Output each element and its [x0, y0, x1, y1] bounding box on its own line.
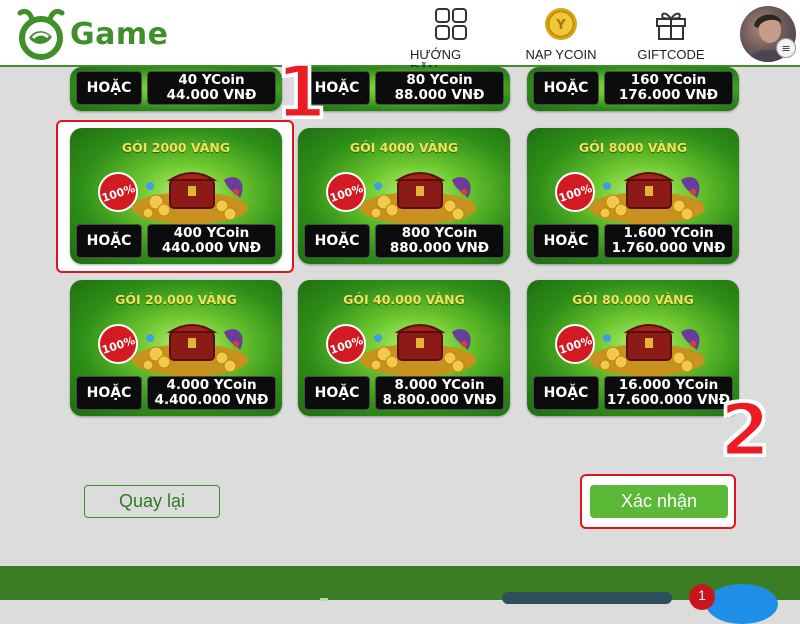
package-card-80-ycoin[interactable]: HOẶC 80 YCoin 88.000 VNĐ [298, 67, 510, 111]
treasure-chest-icon: 100% [326, 324, 476, 376]
package-or-label: HOẶC [533, 376, 599, 410]
package-or-label: HOẶC [76, 376, 142, 410]
package-ycoin: 16.000 YCoin [618, 377, 719, 393]
package-vnd: 44.000 VNĐ [166, 87, 257, 103]
chat-bubble-icon[interactable] [706, 584, 778, 624]
treasure-chest-icon: 100% [98, 172, 248, 224]
package-or-label: HOẶC [533, 224, 599, 258]
package-card[interactable]: GÓI 40.000 VÀNG 100% HOẶC 8.000 YCoin 8.… [298, 280, 510, 416]
package-card-40-ycoin[interactable]: HOẶC 40 YCoin 44.000 VNĐ [70, 67, 282, 111]
package-ycoin: 8.000 YCoin [394, 377, 485, 393]
package-vnd: 88.000 VNĐ [394, 87, 485, 103]
package-vnd: 4.400.000 VNĐ [154, 392, 269, 408]
logo-mark-icon [17, 8, 65, 60]
nav-giftcode-label: GIFTCODE [637, 47, 705, 62]
package-ycoin: 4.000 YCoin [166, 377, 257, 393]
step-1-annotation: 1 [274, 50, 327, 134]
svg-text:Y: Y [555, 18, 566, 33]
package-or-label: HOẶC [76, 224, 142, 258]
avatar-menu-icon[interactable]: ≡ [776, 38, 796, 58]
grid-icon [433, 6, 469, 42]
treasure-chest-icon: 100% [326, 172, 476, 224]
package-vnd: 1.760.000 VNĐ [611, 240, 726, 256]
package-price: 40 YCoin 44.000 VNĐ [147, 71, 276, 105]
package-title: GÓI 20.000 VÀNG [115, 292, 237, 307]
treasure-chest-icon: 100% [555, 324, 705, 376]
footer-bar [0, 566, 800, 604]
package-card-160-ycoin[interactable]: HOẶC 160 YCoin 176.000 VNĐ [527, 67, 739, 111]
package-vnd: 8.800.000 VNĐ [382, 392, 497, 408]
notification-badge: 1 [689, 584, 715, 610]
package-title: GÓI 2000 VÀNG [121, 140, 231, 155]
package-ycoin: 800 YCoin [401, 225, 478, 241]
nav-topup-ycoin[interactable]: Y NẠP YCOIN [522, 6, 600, 62]
confirm-button[interactable]: Xác nhận [590, 485, 728, 518]
treasure-chest-icon: 100% [98, 324, 248, 376]
package-vnd: 440.000 VNĐ [161, 240, 262, 256]
package-or-label: HOẶC [304, 376, 370, 410]
package-price: 16.000 YCoin 17.600.000 VNĐ [604, 376, 733, 410]
package-ycoin: 160 YCoin [630, 72, 707, 88]
package-price: 400 YCoin 440.000 VNĐ [147, 224, 276, 258]
package-ycoin: 80 YCoin [406, 72, 473, 88]
package-title: GÓI 8000 VÀNG [578, 140, 688, 155]
package-card-selected[interactable]: GÓI 2000 VÀNG 100% HOẶC 400 YCoin 440.00… [70, 128, 282, 264]
package-vnd: 176.000 VNĐ [618, 87, 719, 103]
gift-icon [653, 6, 689, 42]
package-card[interactable]: GÓI 80.000 VÀNG 100% HOẶC 16.000 YCoin 1… [527, 280, 739, 416]
package-price: 800 YCoin 880.000 VNĐ [375, 224, 504, 258]
back-button[interactable]: Quay lại [84, 485, 220, 518]
package-title: GÓI 40.000 VÀNG [343, 292, 465, 307]
package-or-label: HOẶC [76, 71, 142, 105]
package-price: 8.000 YCoin 8.800.000 VNĐ [375, 376, 504, 410]
package-title: GÓI 80.000 VÀNG [572, 292, 694, 307]
package-vnd: 880.000 VNĐ [389, 240, 490, 256]
brand-name: Game [70, 16, 169, 52]
treasure-chest-icon: 100% [555, 172, 705, 224]
package-price: 160 YCoin 176.000 VNĐ [604, 71, 733, 105]
package-price: 1.600 YCoin 1.760.000 VNĐ [604, 224, 733, 258]
package-or-label: HOẶC [533, 71, 599, 105]
nav-giftcode[interactable]: GIFTCODE [632, 6, 710, 62]
package-title: GÓI 4000 VÀNG [349, 140, 459, 155]
package-card[interactable]: GÓI 4000 VÀNG 100% HOẶC 800 YCoin 880.00… [298, 128, 510, 264]
package-ycoin: 400 YCoin [173, 225, 250, 241]
package-price: 4.000 YCoin 4.400.000 VNĐ [147, 376, 276, 410]
coin-icon: Y [543, 6, 579, 42]
nav-topup-label: NẠP YCOIN [525, 47, 597, 62]
top-header: Game HƯỚNG DẪN Y NẠP YCOIN [0, 0, 800, 77]
package-ycoin: 40 YCoin [178, 72, 245, 88]
package-or-label: HOẶC [304, 224, 370, 258]
game-logo[interactable]: Game [14, 8, 168, 60]
package-card[interactable]: GÓI 8000 VÀNG 100% HOẶC 1.600 YCoin 1.76… [527, 128, 739, 264]
package-card[interactable]: GÓI 20.000 VÀNG 100% HOẶC 4.000 YCoin 4.… [70, 280, 282, 416]
footer-button[interactable] [502, 592, 672, 604]
step-2-annotation: 2 [718, 388, 771, 472]
package-price: 80 YCoin 88.000 VNĐ [375, 71, 504, 105]
package-ycoin: 1.600 YCoin [623, 225, 714, 241]
package-vnd: 17.600.000 VNĐ [606, 392, 731, 408]
